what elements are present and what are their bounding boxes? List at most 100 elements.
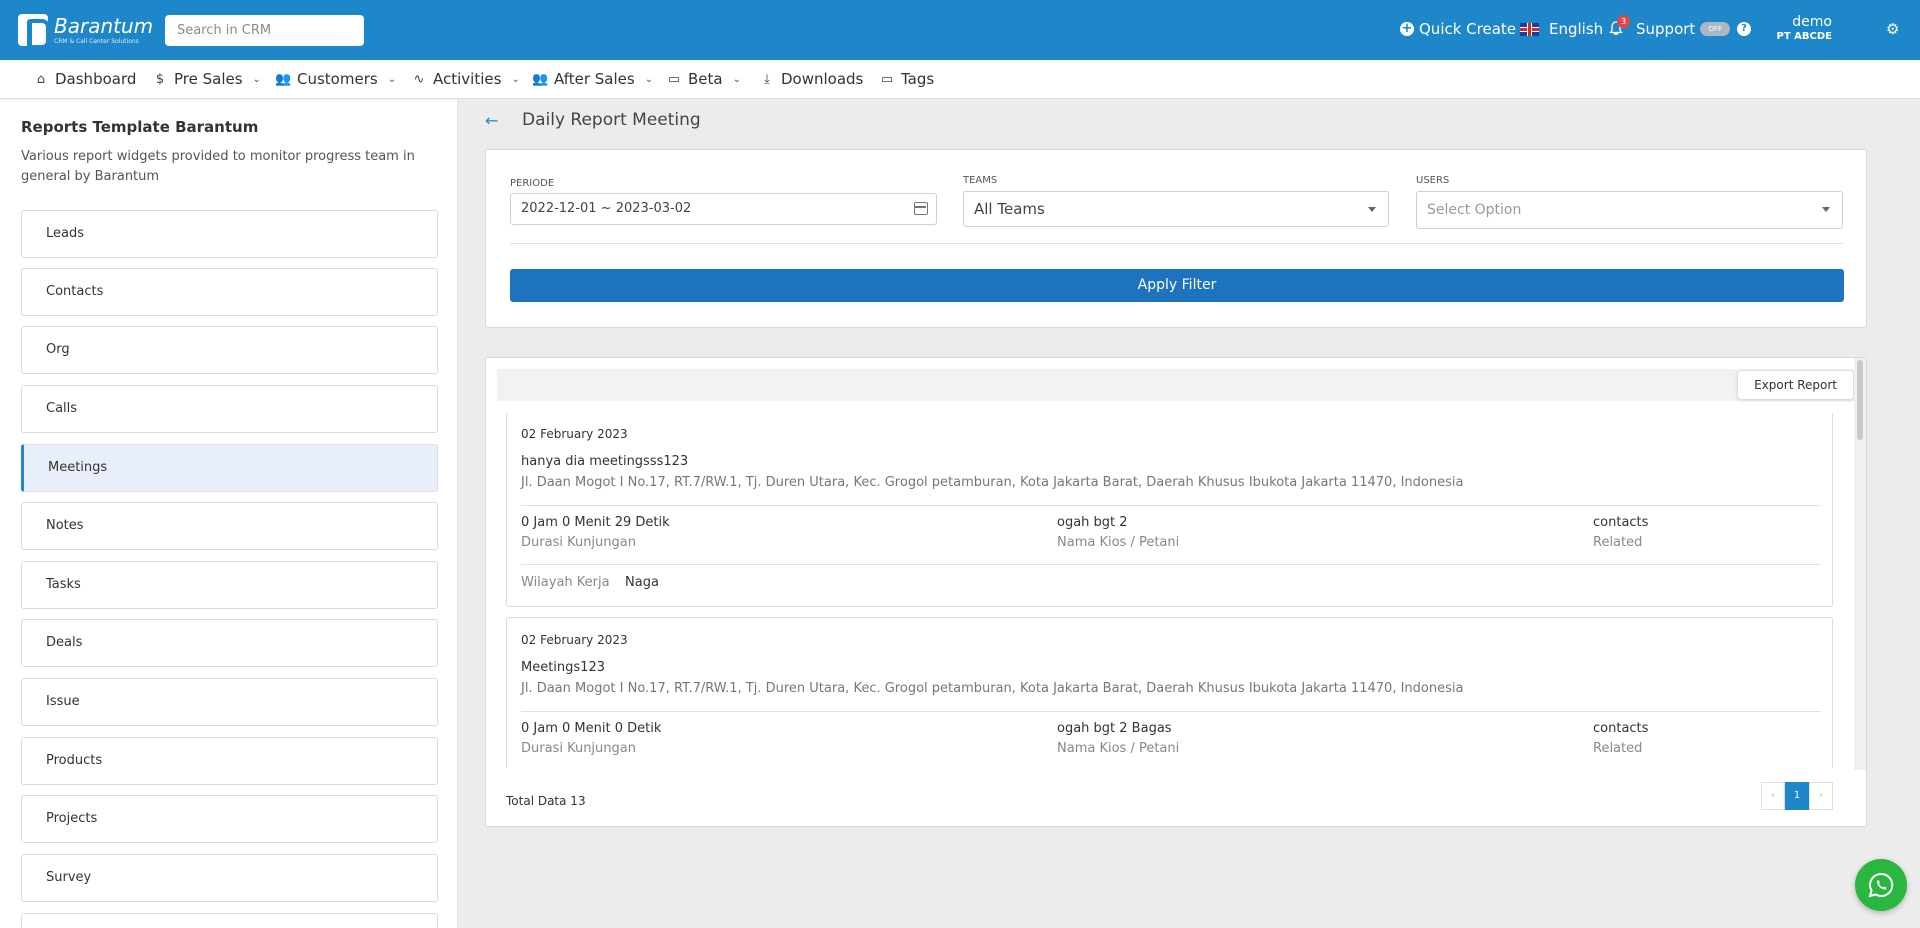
meeting-title: hanya dia meetingsss123 [521,454,689,469]
brand-logo[interactable]: Barantum CRM & Call Center Solutions [18,13,154,49]
export-report-button[interactable]: Export Report [1737,370,1854,400]
language-selector[interactable]: English [1520,20,1603,38]
sidebar-item-contacts[interactable]: Contacts [21,268,438,316]
nav-downloads[interactable]: ⤓ Downloads [759,70,863,88]
home-icon: ⌂ [36,71,46,87]
total-data: Total Data 13 [506,794,586,808]
chevron-down-icon: ⌄ [387,73,397,85]
nav-activities[interactable]: ∿ Activities ⌄ [411,70,520,88]
user-menu[interactable]: demo PT ABCDE [1777,14,1832,42]
gear-icon[interactable]: ⚙ [1886,22,1900,37]
nav-beta[interactable]: ▭ Beta ⌄ [666,70,741,88]
nav-tags-label: Tags [901,70,935,88]
nav-activities-label: Activities [433,70,502,88]
caret-down-icon [1822,207,1830,212]
sidebar-item-deals[interactable]: Deals [21,619,438,667]
teams-select[interactable]: All Teams [963,191,1389,227]
periode-value: 2022-12-01 ~ 2023-03-02 [521,201,692,216]
users-select[interactable]: Select Option [1416,191,1843,229]
nav-customers[interactable]: 👥 Customers ⌄ [275,70,396,88]
nav-beta-label: Beta [688,70,723,88]
help-button[interactable]: ? [1737,22,1751,36]
meeting-duration: 0 Jam 0 Menit 29 Detik [521,515,670,530]
user-name: demo [1792,14,1832,30]
bell-icon: 3 [1609,15,1630,36]
support-toggle[interactable]: Support OFF [1636,20,1731,38]
scroll-thumb[interactable] [1857,360,1863,440]
apply-filter-button[interactable]: Apply Filter [510,269,1844,302]
support-switch[interactable]: OFF [1700,22,1731,36]
page-1-button[interactable]: 1 [1785,782,1809,810]
chevron-down-icon: ⌄ [511,73,520,85]
brand-tagline: CRM & Call Center Solutions [54,37,139,45]
brand-name: Barantum [54,13,154,38]
top-bar: Barantum CRM & Call Center Solutions + Q… [0,0,1920,60]
nav-customers-label: Customers [297,70,378,88]
meeting-address: Jl. Daan Mogot I No.17, RT.7/RW.1, Tj. D… [521,475,1464,490]
next-page-button[interactable]: › [1809,782,1833,810]
duration-label: Durasi Kunjungan [521,535,636,550]
meeting-kios: ogah bgt 2 [1057,515,1128,530]
divider [521,711,1821,712]
chevron-down-icon: ⌄ [644,73,654,85]
sidebar-description: Various report widgets provided to monit… [21,149,415,184]
sidebar-item-more[interactable] [21,913,438,928]
users-icon: 👥 [532,71,549,87]
filter-divider [510,243,1844,244]
scrollbar[interactable] [1854,358,1866,770]
reports-sidebar: Reports Template Barantum Various report… [0,100,458,928]
prev-page-button[interactable]: ‹ [1761,782,1785,810]
nav-after-sales[interactable]: 👥 After Sales ⌄ [532,70,653,88]
dollar-icon: $ [155,71,165,87]
periode-label: PERIODE [510,178,555,189]
sidebar-item-leads[interactable]: Leads [21,210,438,258]
support-label: Support [1636,20,1696,38]
uk-flag-icon [1520,22,1539,36]
nav-pre-sales-label: Pre Sales [174,70,243,88]
meeting-card[interactable]: 02 February 2023 Meetings123 Jl. Daan Mo… [506,617,1833,768]
sidebar-title: Reports Template Barantum [21,118,259,136]
filter-panel: PERIODE 2022-12-01 ~ 2023-03-02 TEAMS Al… [485,149,1867,328]
notification-button[interactable]: 3 [1609,15,1630,36]
meeting-related: contacts [1593,515,1649,530]
related-label: Related [1593,535,1643,550]
divider [521,505,1821,506]
nav-after-sales-label: After Sales [554,70,635,88]
periode-field[interactable]: 2022-12-01 ~ 2023-03-02 [510,193,937,225]
kios-label: Nama Kios / Petani [1057,535,1180,550]
back-arrow-icon[interactable]: ← [485,111,498,130]
sidebar-item-org[interactable]: Org [21,326,438,374]
sidebar-item-meetings[interactable]: Meetings [21,444,438,492]
meeting-duration: 0 Jam 0 Menit 0 Detik [521,721,662,736]
nav-dashboard-label: Dashboard [55,70,137,88]
download-icon: ⤓ [764,71,770,87]
sidebar-item-notes[interactable]: Notes [21,502,438,550]
nav-dashboard[interactable]: ⌂ Dashboard [33,70,137,88]
nav-pre-sales[interactable]: $ Pre Sales ⌄ [152,70,261,88]
sidebar-item-calls[interactable]: Calls [21,385,438,433]
page-title: Daily Report Meeting [522,110,701,130]
meeting-related: contacts [1593,721,1649,736]
nav-tags[interactable]: ▭ Tags [879,70,934,88]
wilayah-label: Wilayah Kerja [521,575,610,590]
meeting-card[interactable]: 02 February 2023 hanya dia meetingsss123… [506,413,1833,607]
meeting-date: 02 February 2023 [521,633,628,647]
search-input[interactable] [165,15,364,46]
meeting-list[interactable]: 02 February 2023 hanya dia meetingsss123… [486,413,1856,768]
users-placeholder: Select Option [1427,202,1522,218]
calendar-icon [914,202,928,215]
quick-create-button[interactable]: + Quick Create [1400,20,1516,38]
sidebar-item-issue[interactable]: Issue [21,678,438,726]
main-nav: ⌂ Dashboard $ Pre Sales ⌄ 👥 Customers ⌄ … [0,60,1920,99]
sidebar-item-tasks[interactable]: Tasks [21,561,438,609]
whatsapp-chat-button[interactable] [1855,859,1907,911]
teams-value: All Teams [974,200,1045,218]
sidebar-item-projects[interactable]: Projects [21,795,438,843]
meeting-title: Meetings123 [521,660,605,675]
sidebar-item-survey[interactable]: Survey [21,854,438,902]
logo-icon [18,14,50,49]
quick-create-label: Quick Create [1419,20,1517,38]
users-icon: 👥 [275,71,292,87]
whatsapp-icon [1868,872,1894,898]
sidebar-item-products[interactable]: Products [21,737,438,785]
